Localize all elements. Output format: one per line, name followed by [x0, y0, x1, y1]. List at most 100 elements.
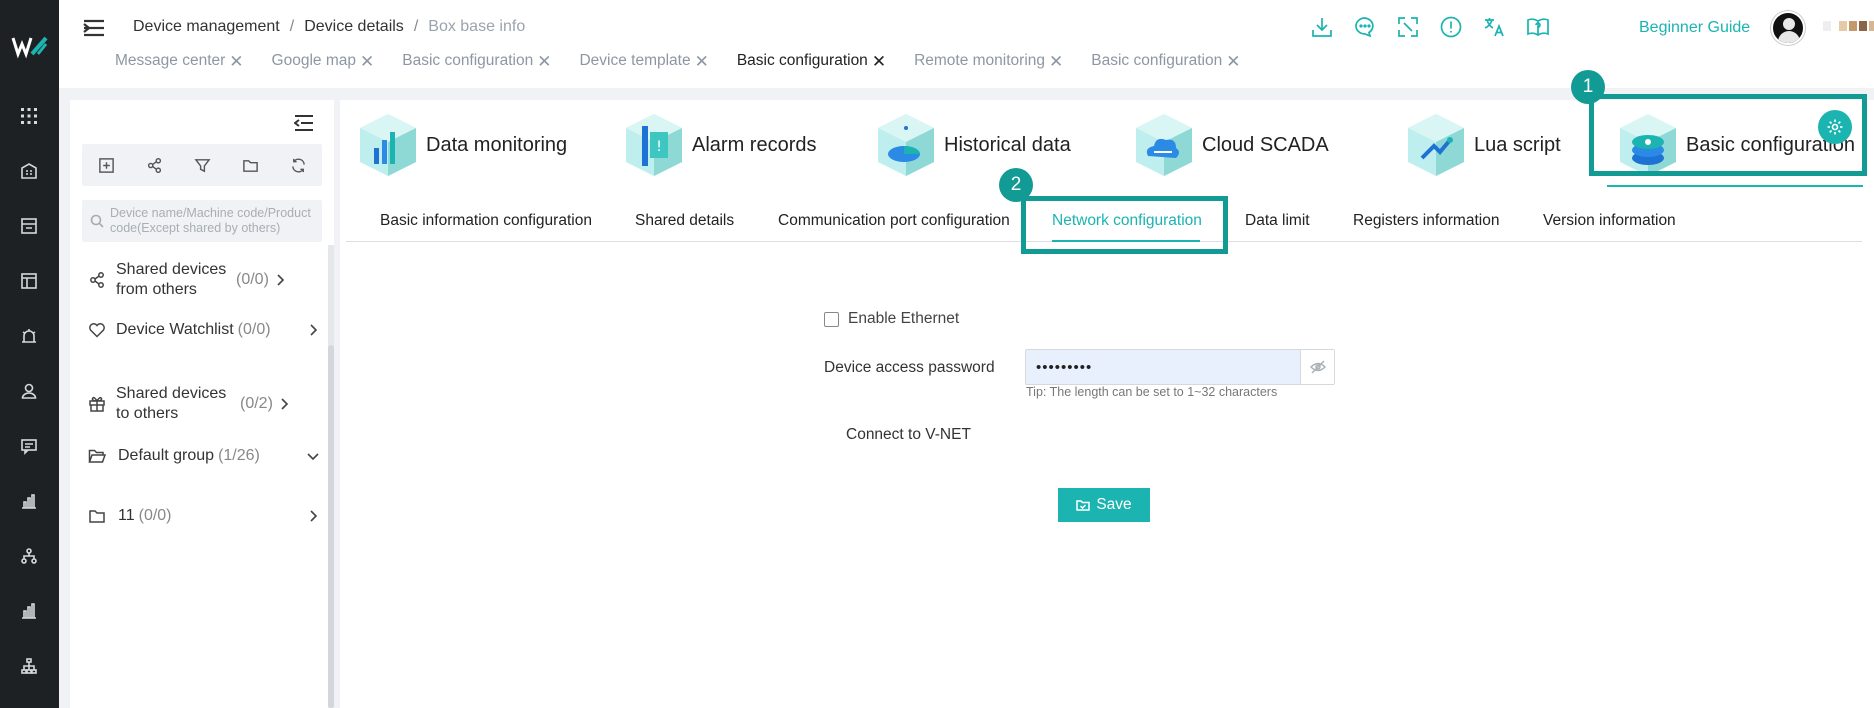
- save-button[interactable]: Save: [1058, 488, 1150, 522]
- alarm-icon[interactable]: [19, 326, 39, 346]
- apps-grid-icon[interactable]: [19, 106, 39, 126]
- gear-icon[interactable]: [1818, 110, 1852, 144]
- tree-item-label: Shared devices to others: [116, 385, 227, 422]
- device-list-icon[interactable]: [19, 216, 39, 236]
- building-icon[interactable]: [19, 161, 39, 181]
- collapse-panel-icon[interactable]: [294, 114, 314, 132]
- open-tab[interactable]: Basic configuration ✕: [402, 50, 551, 72]
- subtab-version-information[interactable]: Version information: [1543, 212, 1676, 230]
- chevron-right-icon[interactable]: [277, 397, 291, 411]
- menu-toggle-icon[interactable]: [83, 18, 105, 38]
- open-tab-label: Google map: [271, 52, 356, 69]
- chevron-right-icon[interactable]: [273, 273, 287, 287]
- add-group-icon[interactable]: [96, 155, 116, 175]
- chevron-down-icon[interactable]: [306, 449, 320, 463]
- fullscreen-icon[interactable]: [1395, 14, 1421, 40]
- close-icon[interactable]: ✕: [695, 53, 709, 70]
- tree-item-label: Default group: [118, 447, 215, 464]
- tree-item-count: (0/0): [138, 507, 172, 524]
- module-tab-data-monitoring[interactable]: Data monitoring: [356, 108, 567, 182]
- module-tab-historical-data[interactable]: Historical data: [874, 108, 1071, 182]
- translate-icon[interactable]: [1481, 14, 1507, 40]
- refresh-icon[interactable]: [288, 155, 308, 175]
- subtab-shared-details[interactable]: Shared details: [635, 212, 734, 230]
- lua-script-icon: [1408, 114, 1464, 176]
- subtab-basic-information[interactable]: Basic information configuration: [380, 212, 592, 230]
- tree-item-shared-from-others[interactable]: Shared devices from others (0/0): [88, 260, 320, 300]
- open-tab[interactable]: Message center ✕: [115, 50, 244, 72]
- tree-item-group-11[interactable]: 11 (0/0): [88, 506, 320, 526]
- enable-ethernet-checkbox[interactable]: Enable Ethernet: [824, 310, 959, 328]
- chevron-right-icon[interactable]: [306, 323, 320, 337]
- module-label: Cloud SCADA: [1202, 133, 1329, 156]
- tree-item-label: 11: [118, 507, 135, 524]
- open-tab[interactable]: Remote monitoring ✕: [914, 50, 1063, 72]
- open-tab[interactable]: Device template ✕: [579, 50, 708, 72]
- username-redacted[interactable]: [1823, 21, 1874, 31]
- breadcrumb-item[interactable]: Device details: [304, 18, 404, 36]
- breadcrumb-current: Box base info: [428, 18, 526, 35]
- avatar[interactable]: [1771, 11, 1805, 45]
- close-icon[interactable]: ✕: [1226, 53, 1240, 70]
- layout-icon[interactable]: [19, 271, 39, 291]
- open-tab-active[interactable]: Basic configuration ✕: [737, 50, 886, 72]
- tree-item-count: (0/2): [240, 395, 273, 412]
- tree-item-label: Shared devices from others: [116, 261, 227, 298]
- statistics-icon[interactable]: [19, 601, 39, 621]
- subtab-registers-information[interactable]: Registers information: [1353, 212, 1499, 230]
- beginner-guide-link[interactable]: Beginner Guide: [1639, 19, 1750, 37]
- open-tab[interactable]: Google map ✕: [272, 50, 375, 72]
- close-icon[interactable]: ✕: [872, 53, 886, 70]
- filter-icon[interactable]: [192, 155, 212, 175]
- device-password-field[interactable]: [1025, 349, 1335, 385]
- cloud-scada-icon: [1136, 114, 1192, 176]
- bar-chart-icon[interactable]: [19, 491, 39, 511]
- network-topology-icon[interactable]: [19, 546, 39, 566]
- close-icon[interactable]: ✕: [1049, 53, 1063, 70]
- scrollbar-thumb[interactable]: [328, 345, 334, 708]
- close-icon[interactable]: ✕: [360, 53, 374, 70]
- alarm-records-icon: !: [626, 114, 682, 176]
- highlight-box-network-configuration: [1021, 196, 1228, 254]
- close-icon[interactable]: ✕: [537, 53, 551, 70]
- chat-icon[interactable]: [1352, 14, 1378, 40]
- org-tree-icon[interactable]: [19, 656, 39, 676]
- breadcrumb-item[interactable]: Device management: [133, 18, 280, 36]
- module-tab-cloud-scada[interactable]: Cloud SCADA: [1132, 108, 1329, 182]
- help-book-icon[interactable]: [1525, 14, 1551, 40]
- device-search-input[interactable]: Device name/Machine code/Product code(Ex…: [82, 200, 322, 242]
- password-label: Device access password: [824, 359, 995, 376]
- open-tab[interactable]: Basic configuration ✕: [1091, 50, 1240, 72]
- tree-item-default-group[interactable]: Default group (1/26): [88, 446, 320, 466]
- panel-scrollbar[interactable]: [328, 245, 334, 708]
- checkbox[interactable]: [824, 311, 839, 327]
- module-tab-alarm-records[interactable]: ! Alarm records: [622, 108, 816, 182]
- breadcrumb-separator: /: [413, 18, 419, 35]
- open-tab-label: Basic configuration: [402, 52, 534, 69]
- save-label: Save: [1096, 496, 1132, 513]
- tree-item-watchlist[interactable]: Device Watchlist (0/0): [88, 320, 320, 340]
- brand-logo-icon: [11, 36, 48, 59]
- folder-open-icon: [88, 447, 107, 465]
- module-label: Alarm records: [692, 133, 817, 156]
- close-icon[interactable]: ✕: [229, 53, 243, 70]
- share-icon[interactable]: [144, 155, 164, 175]
- eye-hidden-icon[interactable]: [1300, 350, 1334, 384]
- enable-ethernet-label: Enable Ethernet: [848, 310, 960, 327]
- message-icon[interactable]: [19, 436, 39, 456]
- alert-icon[interactable]: [1438, 14, 1464, 40]
- vnet-label: Connect to V-NET: [846, 426, 971, 443]
- download-icon[interactable]: [1309, 14, 1335, 40]
- folder-icon: [88, 507, 106, 525]
- tree-item-shared-to-others[interactable]: Shared devices to others (0/2): [88, 384, 320, 424]
- password-input[interactable]: [1026, 358, 1284, 376]
- module-tab-lua-script[interactable]: Lua script: [1404, 108, 1561, 182]
- user-icon[interactable]: [19, 381, 39, 401]
- folder-icon[interactable]: [240, 155, 260, 175]
- subtab-communication-port[interactable]: Communication port configuration: [778, 212, 1010, 230]
- subtab-data-limit[interactable]: Data limit: [1245, 212, 1310, 230]
- chevron-right-icon[interactable]: [306, 509, 320, 523]
- password-tip: Tip: The length can be set to 1~32 chara…: [1026, 385, 1278, 399]
- tree-item-count: (0/0): [236, 271, 269, 288]
- module-label: Data monitoring: [426, 133, 568, 156]
